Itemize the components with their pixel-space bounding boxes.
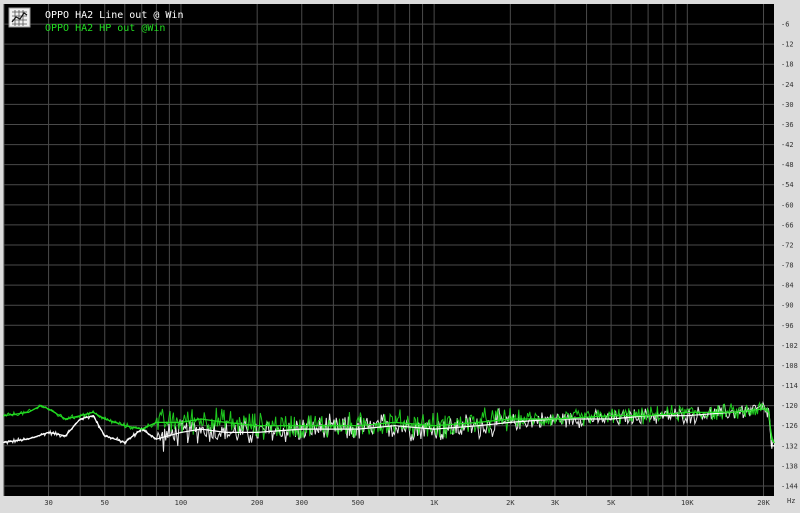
y-tick-label: -6 [781,21,789,29]
series-2-point [433,424,435,427]
series-2-point [64,418,67,420]
series-2-point [40,404,42,407]
series-2-point [509,418,512,420]
series-1-point [3,441,5,444]
series-2-point [180,421,182,424]
x-tick-label: 3K [551,499,560,507]
x-tick-label: 200 [251,499,264,507]
series-2-point [610,414,612,417]
series-1-point [301,428,303,430]
x-tick-label: 20K [757,499,770,507]
series-2-point [140,428,143,430]
chart: -6 -12 -18 -24 -30 -36 -42 -48 -54 -60 -66 -72 -78 -8… [0,0,800,513]
y-tick-label: -72 [781,241,794,249]
y-tick-label: -60 [781,201,794,209]
series-2-point [200,418,202,420]
y-tick-label: -18 [781,61,794,69]
legend-series-2: OPPO HA2 HP out @Win [45,23,165,34]
y-tick-label: -48 [781,161,794,169]
series-2-point [357,424,359,427]
y-tick-label: -90 [781,302,794,310]
series-1-point [124,441,126,444]
series-1-point [224,431,227,434]
series-2-point [27,411,30,414]
series-1-point [477,424,480,427]
y-tick-label: -138 [781,462,798,470]
series-1-point [686,414,689,417]
y-tick-label: -78 [781,262,794,270]
y-tick-label: -144 [781,482,798,490]
series-1-point [47,431,50,434]
series-2-point [256,424,259,427]
series-2-point [92,411,94,414]
y-tick-label: -42 [781,141,794,149]
series-1-point [433,428,435,430]
y-tick-label: -36 [781,121,794,129]
series-2-point [731,411,733,414]
series-1-point [103,435,106,437]
x-tick-label: 300 [295,499,308,507]
series-1-point [92,414,94,417]
series-1-point [394,424,396,427]
series-1-point [200,428,202,430]
x-tick-label: 10K [681,499,694,507]
series-2-point [155,421,158,424]
series-2-point [301,424,303,427]
y-tick-label: -30 [781,101,794,109]
y-tick-label: -84 [781,282,794,290]
y-tick-label: -132 [781,442,798,450]
series-2-point [768,411,770,414]
x-tick-label: 1K [430,499,439,507]
x-tick-label: 500 [352,499,365,507]
x-tick-label: 2K [506,499,515,507]
series-1-point [357,428,359,430]
series-1-point [509,421,512,424]
y-tick-label: -54 [781,181,794,189]
x-tick-label: 100 [175,499,188,507]
y-tick-label: -114 [781,382,798,390]
series-1-point [773,445,775,447]
x-tick-label: 30 [44,499,52,507]
series-2-point [773,441,775,444]
legend-series-1: OPPO HA2 Line out @ Win [45,10,183,21]
series-2-point [770,438,773,440]
y-tick-label: -12 [781,41,794,49]
x-tick-label: 50 [101,499,109,507]
series-2-point [79,414,81,417]
series-1-point [180,431,182,434]
y-tick-label: -24 [781,81,794,89]
y-tick-label: -102 [781,342,798,350]
series-1-point [64,435,67,437]
series-1-point [155,438,158,440]
series-2-point [394,421,396,424]
series-2-point [647,414,649,417]
y-tick-label: -126 [781,422,798,430]
y-tick-label: -120 [781,402,798,410]
series-2-point [3,414,5,417]
y-tick-label: -108 [781,362,798,370]
series-2-point [762,408,765,410]
series-1-point [256,431,259,434]
y-tick-label: -66 [781,221,794,229]
x-unit-label: Hz [787,497,795,505]
series-1-point [770,445,773,447]
series-2-point [224,421,227,424]
series-2-point [124,424,126,427]
y-tick-label: -96 [781,322,794,330]
series-2-point [477,421,480,424]
series-1-point [610,418,612,420]
series-2-point [47,408,50,410]
series-1-point [27,438,30,440]
series-2-point [554,418,556,420]
series-2-point [103,418,106,420]
x-tick-label: 5K [607,499,616,507]
chart-app-icon[interactable] [8,7,31,28]
series-2-point [686,411,689,414]
series-1-point [79,418,81,420]
